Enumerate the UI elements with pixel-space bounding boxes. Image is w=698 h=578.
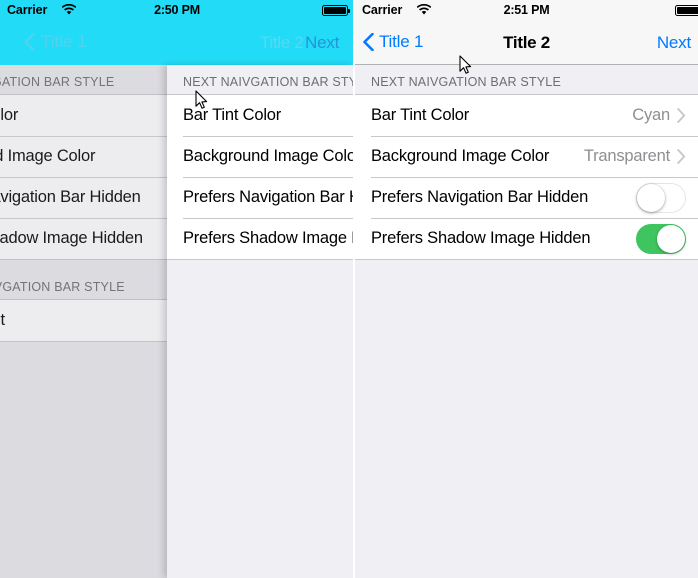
table-row[interactable]: rs Shadow Image Hidden <box>0 218 167 259</box>
toggle-switch-shadow-image-hidden[interactable] <box>636 223 686 254</box>
row-accessory: Cyan <box>632 106 686 125</box>
row-label: Prefers Navigation Bar Hidden <box>183 188 354 206</box>
row-label: Bar Tint Color <box>371 106 470 124</box>
toggle-knob <box>637 183 665 212</box>
row-label: round Image Color <box>0 147 96 165</box>
row-label: Prefers Navigation Bar Hidden <box>371 188 589 206</box>
left-navigation-bar: Title 1 Title 2 Next <box>0 21 354 65</box>
back-button-label: Title 1 <box>41 32 87 51</box>
table-row[interactable]: nt Color <box>0 95 167 136</box>
right-simulator-screenshot: Carrier 2:51 PM Title 1 Title 2 Next NEX… <box>355 0 698 578</box>
section-header: NEXT NAIVGATION BAR STYLE <box>371 75 561 89</box>
toggle-knob <box>657 224 685 253</box>
right-navigation-bar: Title 1 Title 2 Next <box>355 21 698 65</box>
row-label: Prefers Shadow Image Hidden <box>371 229 591 247</box>
table-group: Bar Tint Color Cyan Background Image Col… <box>355 94 698 260</box>
chevron-left-icon <box>24 32 35 52</box>
screenshot-comparison-stage: Carrier 2:50 PM Title 1 Title 2 Next ATI… <box>0 0 698 578</box>
row-label: Background Image Color <box>371 147 550 165</box>
table-row-prefers-navigation-bar-hidden[interactable]: Prefers Navigation Bar Hidden <box>355 177 698 218</box>
row-label: nt Color <box>0 106 19 124</box>
left-status-bar: Carrier 2:50 PM <box>0 0 354 21</box>
battery-full-icon <box>675 5 698 16</box>
row-value: Cyan <box>632 106 670 124</box>
next-button[interactable]: Next <box>657 33 691 53</box>
table-row-bar-tint-color[interactable]: Bar Tint Color Cyan <box>355 95 698 136</box>
section-header-behind-2: L NAIVGATION BAR STYLE <box>0 280 125 294</box>
table-row-prefers-navigation-bar-hidden[interactable]: Prefers Navigation Bar Hidden <box>167 177 354 218</box>
table-row-bar-tint-color[interactable]: Bar Tint Color Cyan <box>167 95 354 136</box>
status-time: 2:51 PM <box>503 3 550 17</box>
toggle-switch-navigation-bar-hidden[interactable] <box>636 182 686 213</box>
row-label: rs Navigation Bar Hidden <box>0 188 141 206</box>
right-status-bar: Carrier 2:51 PM <box>355 0 698 21</box>
row-label: rs Shadow Image Hidden <box>0 229 143 247</box>
section-header-behind: NAIVGATION BAR STYLE <box>0 75 115 89</box>
table-row[interactable]: round Image Color <box>0 136 167 177</box>
row-accessory: Transparent <box>584 147 686 166</box>
table-row-background-image-color[interactable]: Background Image Color Transparent <box>355 136 698 177</box>
table-row-prefers-shadow-image-hidden[interactable]: Prefers Shadow Image Hidden <box>355 218 698 259</box>
table-row[interactable]: lucent <box>0 300 167 341</box>
table-group-behind-2: lucent <box>0 299 167 342</box>
table-group-behind: nt Color round Image Color rs Navigation… <box>0 94 167 260</box>
row-label: Background Image Color <box>183 147 354 165</box>
status-time: 2:50 PM <box>154 3 200 17</box>
screenshot-divider <box>353 0 355 578</box>
incoming-table-layer: NEXT NAIVGATION BAR STYLE Bar Tint Color… <box>167 65 354 578</box>
section-header-front: NEXT NAIVGATION BAR STYLE <box>183 75 354 89</box>
table-row[interactable]: rs Navigation Bar Hidden <box>0 177 167 218</box>
left-simulator-screenshot: Carrier 2:50 PM Title 1 Title 2 Next ATI… <box>0 0 354 578</box>
row-label: Prefers Shadow Image Hidden <box>183 229 354 247</box>
page-title: Title 2 <box>503 33 550 52</box>
table-group-front: Bar Tint Color Cyan Background Image Col… <box>167 94 354 260</box>
next-button[interactable]: Next <box>305 33 339 53</box>
row-accessory <box>636 182 686 213</box>
row-value: Transparent <box>583 147 670 165</box>
outgoing-table-layer: NAIVGATION BAR STYLE nt Color round Imag… <box>0 65 167 578</box>
outgoing-title: Title 2 <box>260 33 304 52</box>
chevron-right-icon <box>677 108 686 123</box>
row-label: Bar Tint Color <box>183 106 282 124</box>
chevron-right-icon <box>677 149 686 164</box>
table-row-background-image-color[interactable]: Background Image Color Transparent <box>167 136 354 177</box>
back-button[interactable]: Title 1 <box>24 32 87 52</box>
table-row-prefers-shadow-image-hidden[interactable]: Prefers Shadow Image Hidden <box>167 218 354 259</box>
row-label: lucent <box>0 311 5 329</box>
row-accessory <box>636 223 686 254</box>
settings-table-view: NEXT NAIVGATION BAR STYLE Bar Tint Color… <box>355 65 698 578</box>
battery-full-icon <box>322 5 350 16</box>
